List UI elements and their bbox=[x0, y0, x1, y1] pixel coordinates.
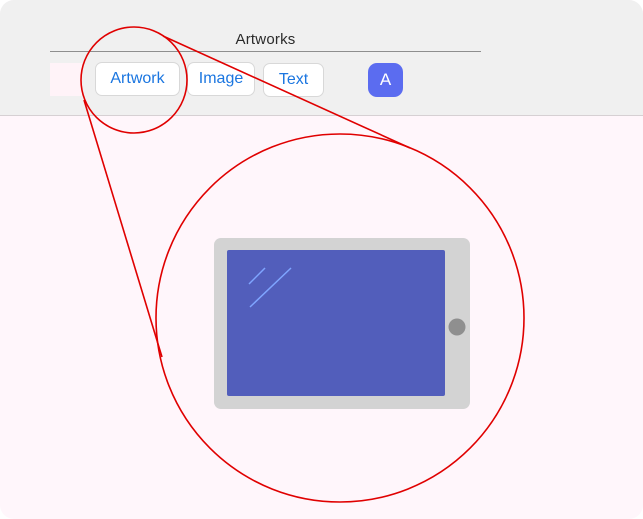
app-window: Artworks Artwork Image Text A bbox=[0, 0, 643, 519]
tablet-home-button bbox=[448, 318, 466, 336]
tablet-icon bbox=[214, 238, 470, 409]
tablet-screen bbox=[227, 250, 445, 396]
